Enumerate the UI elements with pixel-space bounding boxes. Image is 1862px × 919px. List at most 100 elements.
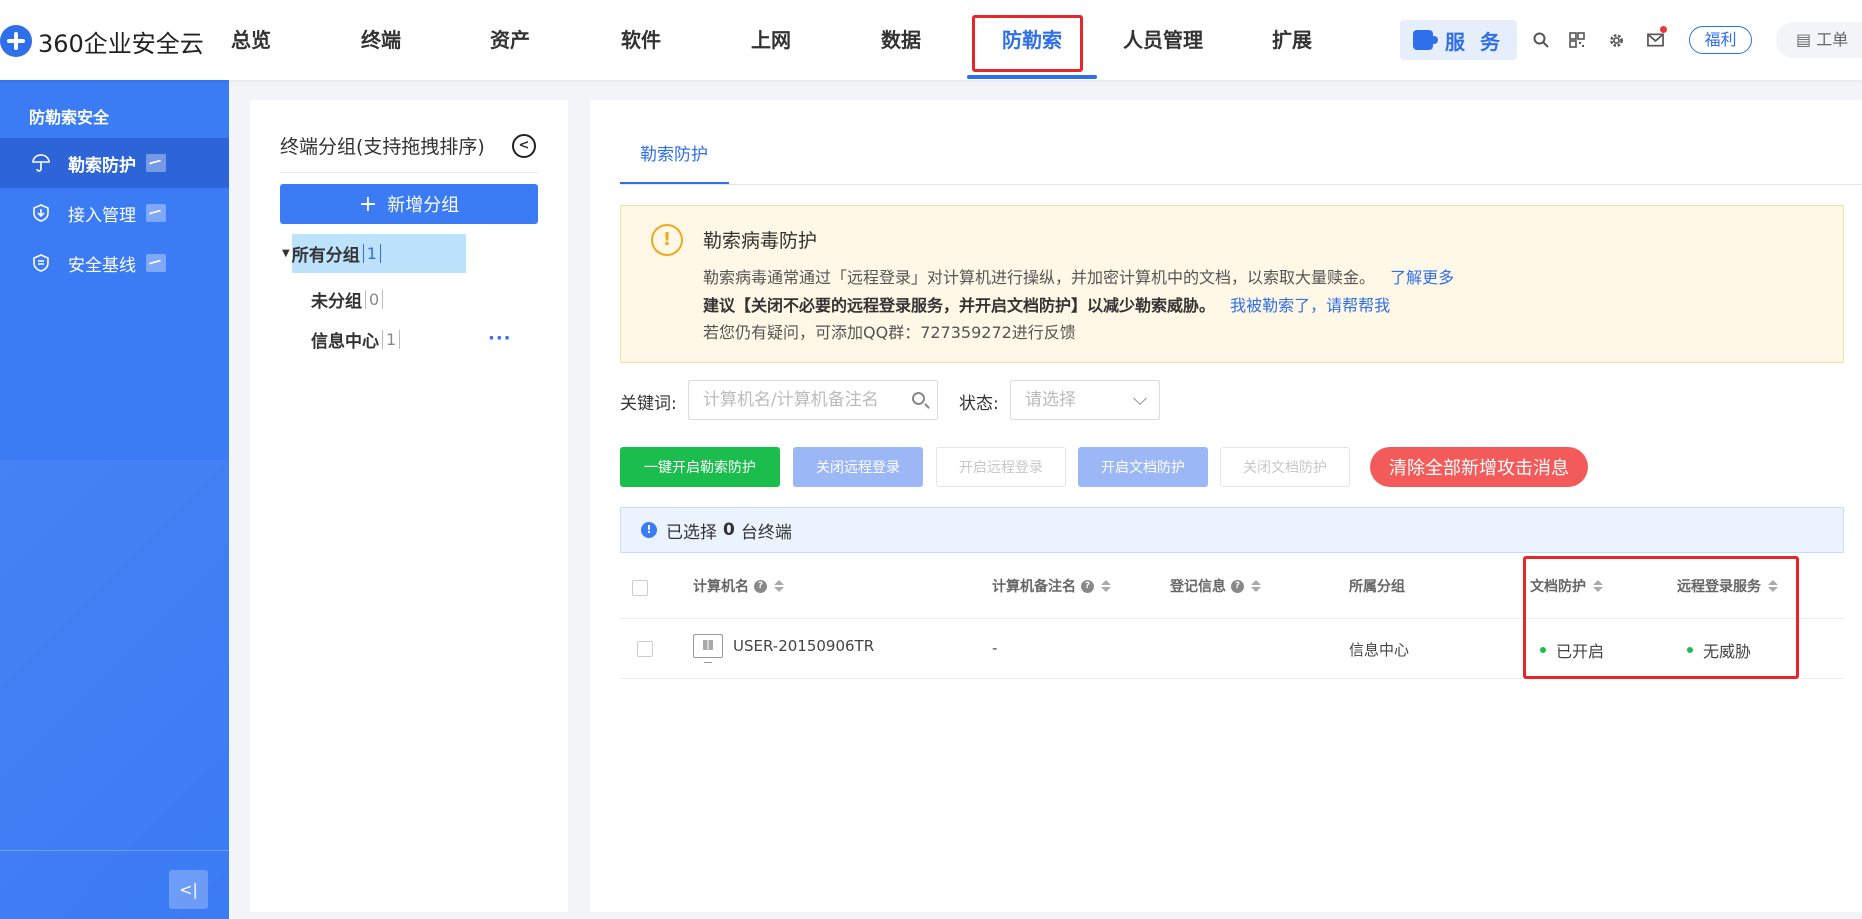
service-label: 服 务 <box>1445 29 1504 54</box>
mail-icon[interactable] <box>1643 26 1667 52</box>
alert-line-3: 若您仍有疑问，可添加QQ群：727359272进行反馈 <box>703 323 1076 342</box>
alert-text: 勒索病毒通常通过「远程登录」对计算机进行操纵，并加密计算机中的文档，以索取大量赎… <box>703 268 1376 287</box>
ransomware-alert-box: ! 勒索病毒防护 勒索病毒通常通过「远程登录」对计算机进行操纵，并加密计算机中的… <box>620 205 1844 363</box>
column-header-group: 所属分组 <box>1349 576 1405 596</box>
chevron-down-icon <box>1132 390 1148 406</box>
top-nav-bar: 360企业安全云 总览 终端 资产 软件 上网 数据 防勒索 人员管理 扩展 服… <box>0 0 1862 80</box>
sidebar-title: 防勒索安全 <box>29 108 110 127</box>
status-placeholder: 请选择 <box>1025 390 1076 410</box>
tab-active-underline <box>620 182 729 184</box>
caret-down-icon: ▼ <box>282 248 290 259</box>
tree-node-count: 1 <box>382 329 401 349</box>
nav-personnel[interactable]: 人员管理 <box>1107 0 1219 80</box>
close-doc-protection-button[interactable]: 关闭文档防护 <box>1220 447 1350 487</box>
welfare-button[interactable]: 福利 <box>1689 26 1752 54</box>
sidebar-item-label: 安全基线 <box>68 255 136 276</box>
column-header-registration-info[interactable]: 登记信息 ? <box>1170 576 1261 596</box>
sort-icon[interactable] <box>774 580 784 592</box>
keyword-label: 关键词: <box>620 394 677 414</box>
row-checkbox[interactable] <box>637 641 653 657</box>
column-header-label: 登记信息 <box>1170 579 1226 595</box>
qrcode-icon[interactable] <box>1565 28 1589 52</box>
warning-icon: ! <box>651 224 683 256</box>
search-icon <box>912 392 925 405</box>
column-header-remark-name[interactable]: 计算机备注名 ? <box>992 576 1111 596</box>
collapse-panel-icon[interactable]: < <box>512 134 536 158</box>
help-icon[interactable]: ? <box>1081 579 1094 593</box>
keyword-search-input[interactable]: 计算机名/计算机备注名 <box>688 380 938 420</box>
tab-ransom-protection[interactable]: 勒索防护 <box>640 140 708 165</box>
cell-doc-protection: 已开启 <box>1540 638 1604 662</box>
chart-badge-icon <box>146 204 166 222</box>
tree-node-ungrouped[interactable]: 未分组 0 <box>311 284 384 314</box>
enable-all-protection-button[interactable]: 一键开启勒索防护 <box>620 447 780 487</box>
learn-more-link[interactable]: 了解更多 <box>1390 268 1454 287</box>
sidebar-divider <box>0 850 229 851</box>
nav-extensions[interactable]: 扩展 <box>1237 0 1347 80</box>
nav-anti-ransomware[interactable]: 防勒索 <box>977 0 1087 80</box>
sidebar-item-access-management[interactable]: 接入管理 <box>0 188 229 238</box>
service-button[interactable]: 服 务 <box>1400 20 1517 60</box>
logo-icon <box>0 25 32 57</box>
enable-doc-protection-button[interactable]: 开启文档防护 <box>1078 447 1208 487</box>
status-select[interactable]: 请选择 <box>1010 380 1160 420</box>
alert-line-2: 建议【关闭不必要的远程登录服务，并开启文档防护】以减少勒索威胁。 我被勒索了，请… <box>703 292 1390 316</box>
download-shield-icon <box>30 202 52 224</box>
nav-data[interactable]: 数据 <box>846 0 956 80</box>
column-header-label: 远程登录服务 <box>1677 579 1761 595</box>
column-header-doc-protection[interactable]: 文档防护 <box>1530 576 1603 596</box>
sort-icon[interactable] <box>1101 580 1111 592</box>
selection-info-bar: ! 已选择 0 台终端 <box>620 507 1844 553</box>
clear-attack-messages-button[interactable]: 清除全部新增攻击消息 <box>1370 447 1588 487</box>
nav-assets[interactable]: 资产 <box>455 0 565 80</box>
tree-node-label: 未分组 <box>311 291 362 312</box>
selection-prefix: 已选择 <box>666 522 717 543</box>
puzzle-icon <box>1413 30 1439 50</box>
app-logo[interactable]: 360企业安全云 <box>0 24 204 58</box>
tree-node-count: 1 <box>362 244 381 263</box>
column-header-label: 所属分组 <box>1349 579 1405 595</box>
column-header-computer-name[interactable]: 计算机名 ? <box>693 576 784 596</box>
column-header-remote-login[interactable]: 远程登录服务 <box>1677 576 1778 596</box>
status-dot-green <box>1540 647 1546 653</box>
cell-computer-name[interactable]: USER-20150906TR <box>693 634 874 663</box>
mail-notification-dot <box>1660 26 1667 33</box>
help-icon[interactable]: ? <box>1231 579 1244 593</box>
sort-icon[interactable] <box>1768 580 1778 592</box>
shield-list-icon <box>30 252 52 274</box>
work-order-label: 工单 <box>1816 30 1849 49</box>
select-all-checkbox[interactable] <box>632 580 648 596</box>
sidebar-item-ransom-protection[interactable]: 勒索防护 <box>0 138 229 188</box>
table-header-divider <box>620 618 1844 619</box>
document-icon: ▤ <box>1796 30 1817 49</box>
sidebar-item-label: 接入管理 <box>68 205 136 226</box>
column-header-label: 文档防护 <box>1530 579 1586 595</box>
column-header-label: 计算机备注名 <box>992 579 1076 595</box>
divider <box>280 172 538 173</box>
group-panel: 终端分组(支持拖拽排序) < + 新增分组 ▼ 所有分组 1 未分组 0 信息中… <box>250 100 568 912</box>
tree-node-all-groups[interactable]: ▼ 所有分组 1 <box>282 234 466 273</box>
sidebar-collapse-button[interactable]: <| <box>169 870 208 909</box>
search-icon[interactable] <box>1529 28 1553 52</box>
sort-icon[interactable] <box>1593 580 1603 592</box>
sort-icon[interactable] <box>1251 580 1261 592</box>
nav-terminal[interactable]: 终端 <box>326 0 436 80</box>
status-dot-green <box>1687 647 1693 653</box>
tree-node-label: 所有分组 <box>291 246 360 266</box>
open-remote-login-button[interactable]: 开启远程登录 <box>936 447 1066 487</box>
help-link[interactable]: 我被勒索了，请帮帮我 <box>1230 296 1390 315</box>
nav-internet[interactable]: 上网 <box>716 0 826 80</box>
nav-active-underline <box>967 75 1097 79</box>
cell-remark-name: - <box>992 639 998 657</box>
nav-software[interactable]: 软件 <box>586 0 696 80</box>
tree-node-info-center[interactable]: 信息中心 1 <box>311 324 401 354</box>
close-remote-login-button[interactable]: 关闭远程登录 <box>793 447 923 487</box>
info-icon: ! <box>641 522 657 538</box>
help-icon[interactable]: ? <box>754 579 767 593</box>
gear-icon[interactable] <box>1604 28 1628 52</box>
add-group-button[interactable]: + 新增分组 <box>280 184 538 224</box>
more-options-icon[interactable]: ··· <box>488 328 512 349</box>
nav-overview[interactable]: 总览 <box>196 0 306 80</box>
work-order-button[interactable]: ▤ 工单 <box>1776 22 1862 58</box>
sidebar-item-security-baseline[interactable]: 安全基线 <box>0 238 229 288</box>
